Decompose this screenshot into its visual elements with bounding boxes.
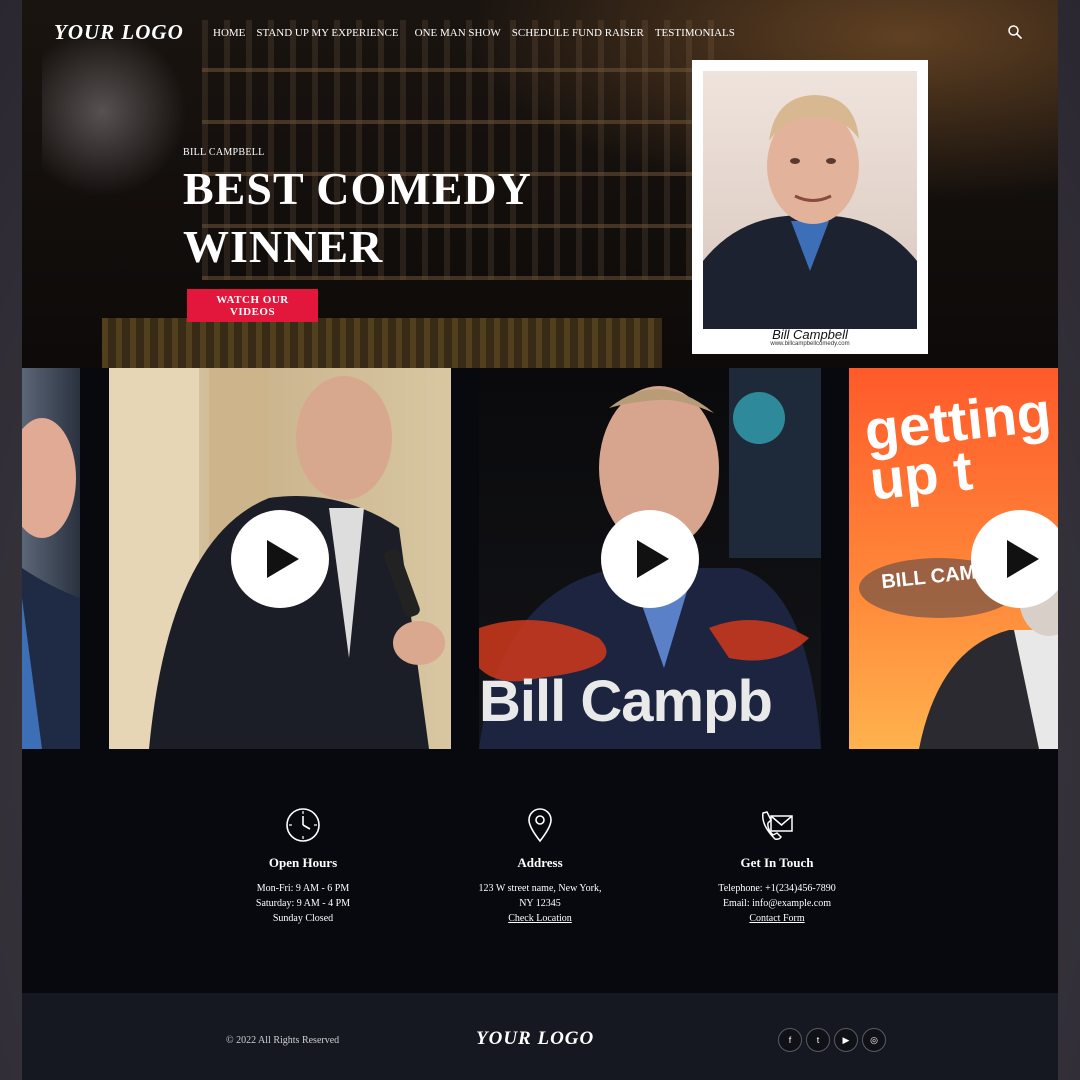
video-thumbnail-art (22, 418, 80, 749)
site-logo[interactable]: YOUR LOGO (54, 20, 184, 45)
footer: © 2022 All Rights Reserved YOUR LOGO f t… (22, 993, 1058, 1080)
twitter-icon[interactable]: t (806, 1028, 830, 1052)
copyright-text: © 2022 All Rights Reserved (226, 1035, 340, 1046)
address-title: Address (517, 855, 563, 870)
check-location-link[interactable]: Check Location (430, 911, 650, 926)
open-hours-line: Sunday Closed (272, 913, 334, 924)
open-hours-line: Mon-Fri: 9 AM - 6 PM (256, 883, 350, 894)
video-thumbnail-partial-left[interactable] (22, 368, 80, 749)
video-thumbnail-1[interactable] (109, 368, 451, 749)
footer-logo[interactable]: YOUR LOGO (476, 1028, 594, 1050)
youtube-icon[interactable]: ▶ (834, 1028, 858, 1052)
open-hours-line: Saturday: 9 AM - 4 PM (255, 898, 351, 909)
main-nav: HOME STAND UP MY EXPERIENCE ONE MAN SHOW… (213, 27, 746, 39)
contact-column: Get In Touch Telephone: +1(234)456-7890 … (667, 807, 887, 926)
location-pin-icon (528, 808, 552, 843)
hero-title-line-1: BEST COMEDY (183, 163, 532, 214)
contact-line: Telephone: +1(234)456-7890 (718, 883, 836, 894)
hero-title: BEST COMEDY WINNER (183, 160, 532, 276)
video-carousel: Bill Campb getting up t BILL CAMPBELL (22, 368, 1058, 749)
open-hours-column: Open Hours Mon-Fri: 9 AM - 6 PM Saturday… (193, 807, 413, 926)
nav-item-schedule-fund-raiser[interactable]: SCHEDULE FUND RAISER (512, 27, 644, 39)
portrait-photo (703, 71, 917, 329)
open-hours-title: Open Hours (268, 855, 338, 870)
page-frame: YOUR LOGO HOME STAND UP MY EXPERIENCE ON… (22, 0, 1058, 1080)
hero-title-line-2: WINNER (183, 221, 384, 272)
address-line: 123 W street name, New York, (478, 883, 602, 894)
nav-item-stand-up[interactable]: STAND UP MY EXPERIENCE (256, 27, 398, 39)
watch-videos-button[interactable]: WATCH OUR VIDEOS (187, 289, 318, 322)
flowers-decoration (42, 40, 192, 220)
facebook-icon[interactable]: f (778, 1028, 802, 1052)
nav-item-home[interactable]: HOME (213, 27, 245, 39)
clock-icon (286, 808, 320, 842)
nav-item-testimonials[interactable]: TESTIMONIALS (655, 27, 735, 39)
portrait-illustration (703, 95, 917, 329)
contact-title: Get In Touch (740, 855, 814, 870)
contact-form-link[interactable]: Contact Form (667, 911, 887, 926)
portrait-caption: Bill Campbell (772, 327, 848, 342)
phone-mail-icon (762, 811, 793, 840)
address-column: Address 123 W street name, New York, NY … (430, 807, 650, 926)
video-overlay-title: Bill Campb (479, 669, 773, 734)
video-thumbnail-2[interactable]: Bill Campb (479, 368, 821, 749)
bar-counter-background (102, 318, 662, 368)
hero-eyebrow: BILL CAMPBELL (183, 147, 265, 158)
info-section: Open Hours Mon-Fri: 9 AM - 6 PM Saturday… (22, 749, 1058, 993)
play-icon[interactable] (601, 510, 699, 608)
portrait-url: www.billcampbellcomedy.com (770, 341, 850, 347)
play-icon[interactable] (231, 510, 329, 608)
instagram-icon[interactable]: ◎ (862, 1028, 886, 1052)
play-icon[interactable] (971, 510, 1058, 608)
contact-line: Email: info@example.com (722, 898, 832, 909)
portrait-card: Bill Campbell www.billcampbellcomedy.com (692, 60, 928, 354)
search-icon[interactable] (1007, 24, 1023, 40)
video-thumbnail-3-partial-right[interactable]: getting up t BILL CAMPBELL (849, 368, 1058, 749)
nav-item-one-man-show[interactable]: ONE MAN SHOW (415, 27, 501, 39)
social-links: f t ▶ ◎ (778, 1028, 886, 1052)
hero-section: YOUR LOGO HOME STAND UP MY EXPERIENCE ON… (22, 0, 1058, 368)
address-line: NY 12345 (519, 898, 561, 909)
